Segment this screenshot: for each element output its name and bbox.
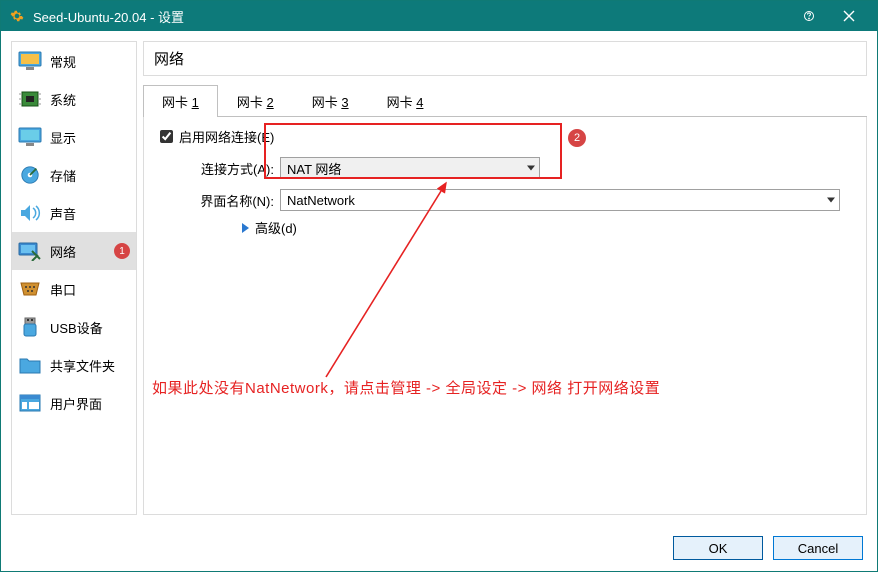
sidebar-item-storage[interactable]: 存储 [12, 156, 136, 194]
sidebar-item-label: 显示 [50, 128, 76, 147]
sidebar-item-shared-folders[interactable]: 共享文件夹 [12, 346, 136, 384]
sidebar-item-network[interactable]: 网络 1 [12, 232, 136, 270]
advanced-toggle[interactable]: 高级(d) [242, 218, 852, 237]
sidebar-item-general[interactable]: 常规 [12, 42, 136, 80]
tab-nic-4[interactable]: 网卡 4 [368, 85, 443, 117]
content-pane: 网络 网卡 1 网卡 2 网卡 3 网卡 4 启用网络连接(E) 连接方式(A)… [143, 41, 867, 515]
sidebar-item-label: 声音 [50, 204, 76, 223]
chevron-down-icon [827, 198, 835, 203]
sidebar-item-display[interactable]: 显示 [12, 118, 136, 156]
sidebar-item-label: USB设备 [50, 318, 103, 337]
usb-icon [18, 316, 42, 338]
advanced-label: 高级(d) [255, 218, 297, 237]
sidebar-item-label: 用户界面 [50, 394, 102, 413]
sidebar-item-label: 常规 [50, 52, 76, 71]
sidebar-item-usb[interactable]: USB设备 [12, 308, 136, 346]
nic-panel: 启用网络连接(E) 连接方式(A): NAT 网络 界面名称(N): NatNe… [143, 117, 867, 515]
attached-to-dropdown[interactable]: NAT 网络 [280, 157, 540, 179]
sidebar-item-label: 网络 [50, 242, 76, 261]
sidebar-item-label: 共享文件夹 [50, 356, 115, 375]
network-icon [18, 240, 42, 262]
sidebar-item-audio[interactable]: 声音 [12, 194, 136, 232]
window-title: Seed-Ubuntu-20.04 - 设置 [33, 7, 184, 26]
enable-network-label: 启用网络连接(E) [179, 127, 274, 146]
sidebar-item-label: 串口 [50, 280, 76, 299]
speaker-icon [18, 202, 42, 224]
layout-icon [18, 392, 42, 414]
sidebar: 常规 系统 显示 存储 声音 网络 1 串口 USB设备 [11, 41, 137, 515]
sidebar-item-label: 存储 [50, 166, 76, 185]
sidebar-item-serial[interactable]: 串口 [12, 270, 136, 308]
window-help-button[interactable] [789, 1, 829, 31]
network-name-value: NatNetwork [287, 193, 355, 208]
annotation-badge-2: 2 [568, 129, 586, 147]
disk-icon [18, 164, 42, 186]
network-name-dropdown[interactable]: NatNetwork [280, 189, 840, 211]
sidebar-item-interface[interactable]: 用户界面 [12, 384, 136, 422]
network-name-label: 界面名称(N): [176, 191, 280, 210]
window-close-button[interactable] [829, 1, 869, 31]
ok-button[interactable]: OK [673, 536, 763, 560]
gear-icon [9, 8, 25, 24]
tab-nic-2[interactable]: 网卡 2 [218, 85, 293, 117]
tab-nic-1[interactable]: 网卡 1 [143, 85, 218, 117]
nic-tabs: 网卡 1 网卡 2 网卡 3 网卡 4 [143, 84, 867, 117]
cancel-button[interactable]: Cancel [773, 536, 863, 560]
window-titlebar: Seed-Ubuntu-20.04 - 设置 [1, 1, 877, 31]
chip-icon [18, 88, 42, 110]
annotation-badge-1: 1 [114, 243, 130, 259]
section-title: 网络 [143, 41, 867, 76]
triangle-right-icon [242, 223, 249, 233]
enable-network-checkbox[interactable] [160, 130, 173, 143]
serial-port-icon [18, 278, 42, 300]
sidebar-item-system[interactable]: 系统 [12, 80, 136, 118]
sidebar-item-label: 系统 [50, 90, 76, 109]
attached-to-label: 连接方式(A): [176, 159, 280, 178]
dialog-body: 常规 系统 显示 存储 声音 网络 1 串口 USB设备 [1, 31, 877, 525]
tab-nic-3[interactable]: 网卡 3 [293, 85, 368, 117]
chevron-down-icon [527, 166, 535, 171]
dialog-footer: OK Cancel [1, 525, 877, 571]
attached-to-value: NAT 网络 [287, 159, 341, 178]
folder-icon [18, 354, 42, 376]
monitor-yellow-icon [18, 50, 42, 72]
annotation-note: 如果此处没有NatNetwork，请点击管理 -> 全局设定 -> 网络 打开网… [152, 377, 660, 398]
monitor-icon [18, 126, 42, 148]
